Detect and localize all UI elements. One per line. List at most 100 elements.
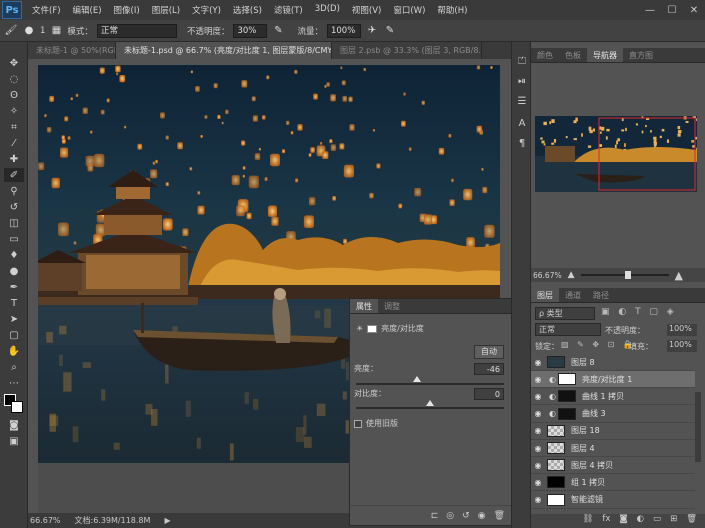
layers-scrollbar[interactable]	[695, 392, 701, 462]
group-folder-icon[interactable]: ▭	[653, 514, 661, 528]
visibility-eye-icon[interactable]: ◉	[531, 409, 545, 418]
layer-row[interactable]: ◉ ◐ 曲线 1 拷贝	[531, 388, 695, 406]
type-tool-icon[interactable]: T	[4, 296, 24, 310]
gradient-tool-icon[interactable]: ▭	[4, 232, 24, 246]
layer-thumbnail[interactable]	[557, 407, 576, 420]
airbrush-icon[interactable]: ✈	[365, 24, 379, 38]
visibility-eye-icon[interactable]: ◉	[531, 495, 545, 504]
contrast-slider-knob[interactable]	[426, 400, 434, 406]
screen-mode-icon[interactable]: ▣	[4, 434, 24, 448]
tab-navigator[interactable]: 导航器	[587, 48, 623, 62]
brightness-slider-knob[interactable]	[412, 376, 421, 382]
maximize-button[interactable]: ☐	[661, 5, 683, 16]
tab-document-1[interactable]: 未标题-1 @ 50%(RGB/...	[28, 42, 116, 59]
auto-button[interactable]: 自动	[474, 345, 504, 359]
mode-select[interactable]: 正常	[96, 23, 177, 38]
layer-mask-icon[interactable]	[367, 324, 378, 333]
zoom-tool-icon[interactable]: ⌕	[4, 360, 24, 374]
layer-thumbnail[interactable]	[557, 373, 576, 386]
layer-thumbnail[interactable]	[547, 476, 565, 489]
opacity-field[interactable]: 30%	[233, 23, 268, 38]
brush-tool-icon[interactable]: ✐	[4, 168, 24, 182]
tab-layers[interactable]: 图层	[531, 288, 559, 302]
lasso-tool-icon[interactable]: ʘ	[4, 88, 24, 102]
eyedropper-tool-icon[interactable]: ⁄	[4, 136, 24, 150]
navigator-zoom-value[interactable]: 66.67%	[533, 271, 562, 280]
menu-item[interactable]: 文件(F)	[26, 4, 67, 16]
contrast-field[interactable]: 0	[474, 388, 504, 400]
brightness-slider[interactable]	[356, 383, 504, 385]
layer-filter-select[interactable]: ρ 类型	[535, 307, 595, 320]
history-brush-tool-icon[interactable]: ↺	[4, 200, 24, 214]
menu-item[interactable]: 滤镜(T)	[268, 4, 309, 16]
layer-row[interactable]: ◉ 智能滤镜	[531, 492, 695, 509]
brush-tool-icon[interactable]: 🖌	[4, 24, 18, 38]
background-color-swatch[interactable]	[11, 401, 23, 413]
menu-item[interactable]: 视图(V)	[346, 4, 387, 16]
hand-tool-icon[interactable]: ✋	[4, 344, 24, 358]
brush-preset-icon[interactable]: ●	[22, 24, 36, 38]
visibility-eye-icon[interactable]: ◉	[531, 392, 545, 401]
pressure-opacity-icon[interactable]: ✎	[271, 24, 285, 38]
layer-filter-icons[interactable]: ▣ ◐ T ▢ ◈	[601, 307, 697, 320]
status-arrow-icon[interactable]: ▶	[164, 516, 170, 525]
tab-properties[interactable]: 属性	[350, 299, 378, 313]
pressure-size-icon[interactable]: ✎	[383, 24, 397, 38]
minimize-button[interactable]: —	[639, 5, 661, 16]
blur-tool-icon[interactable]: ♦	[4, 248, 24, 262]
visibility-eye-icon[interactable]: ◉	[531, 444, 545, 453]
paragraph-icon[interactable]: ¶	[515, 136, 529, 150]
menu-item[interactable]: 帮助(H)	[431, 4, 473, 16]
visibility-eye-icon[interactable]: ◉	[531, 478, 545, 487]
layer-thumbnail[interactable]	[547, 459, 565, 472]
layer-thumbnail[interactable]	[547, 424, 565, 437]
brush-panel-icon[interactable]: ▦	[49, 24, 63, 38]
fill-field[interactable]: 100%	[667, 340, 697, 352]
add-mask-icon[interactable]: ◙	[619, 514, 627, 528]
crop-tool-icon[interactable]: ⌗	[4, 120, 24, 134]
layer-opacity-field[interactable]: 100%	[667, 324, 697, 336]
dodge-tool-icon[interactable]: ●	[4, 264, 24, 278]
new-layer-icon[interactable]: ⊞	[670, 514, 677, 528]
layer-row[interactable]: ◉ ◐ 亮度/对比度 1	[531, 371, 695, 389]
layer-row[interactable]: ◉ 图层 8	[531, 354, 695, 371]
menu-item[interactable]: 图层(L)	[146, 4, 186, 16]
quick-select-tool-icon[interactable]: ✧	[4, 104, 24, 118]
quick-mask-icon[interactable]: ◙	[4, 418, 24, 432]
actions-icon[interactable]: ⏯	[515, 74, 529, 88]
zoom-readout[interactable]: 66.67%	[30, 516, 61, 525]
tab-swatches[interactable]: 色板	[559, 48, 587, 62]
link-layers-icon[interactable]: ⛓	[583, 514, 594, 528]
layer-thumbnail[interactable]	[547, 442, 565, 454]
menu-item[interactable]: 编辑(E)	[67, 4, 108, 16]
layer-row[interactable]: ◉ 图层 4 拷贝	[531, 457, 695, 475]
layer-thumbnail[interactable]	[547, 356, 565, 368]
menu-item[interactable]: 选择(S)	[227, 4, 268, 16]
visibility-toggle-icon[interactable]: ◉	[478, 511, 486, 521]
navigator-zoom-slider[interactable]	[580, 271, 669, 279]
lock-icons[interactable]: ▨ ✎ ✥ ⊡ 🔒	[561, 340, 636, 349]
move-tool-icon[interactable]: ✥	[4, 56, 24, 70]
character-icon[interactable]: A	[515, 116, 529, 130]
healing-tool-icon[interactable]: ✚	[4, 152, 24, 166]
path-select-tool-icon[interactable]: ➤	[4, 312, 24, 326]
more-tools-icon[interactable]: ⋯	[4, 376, 24, 390]
contrast-slider[interactable]	[356, 407, 504, 409]
adjust-sliders-icon[interactable]: ☰	[515, 94, 529, 108]
tab-histogram[interactable]: 直方图	[623, 48, 659, 62]
brightness-field[interactable]: -46	[474, 363, 504, 375]
close-button[interactable]: ✕	[683, 5, 705, 16]
marquee-tool-icon[interactable]: ◌	[4, 72, 24, 86]
reset-icon[interactable]: ↺	[462, 511, 470, 521]
layer-row[interactable]: ◉ 图层 4	[531, 440, 695, 457]
document-size[interactable]: 文档:6.39M/118.8M	[75, 515, 151, 526]
stamp-tool-icon[interactable]: ⚲	[4, 184, 24, 198]
layer-thumbnail[interactable]	[547, 493, 565, 506]
delete-layer-icon[interactable]: 🗑	[686, 514, 697, 528]
adjustment-layer-icon[interactable]: ◐	[637, 514, 644, 528]
visibility-eye-icon[interactable]: ◉	[531, 375, 545, 384]
zoom-in-icon[interactable]: ▲	[675, 269, 683, 282]
legacy-checkbox[interactable]	[354, 419, 362, 428]
layer-thumbnail[interactable]	[557, 390, 576, 403]
blend-mode-select[interactable]: 正常	[535, 323, 601, 336]
